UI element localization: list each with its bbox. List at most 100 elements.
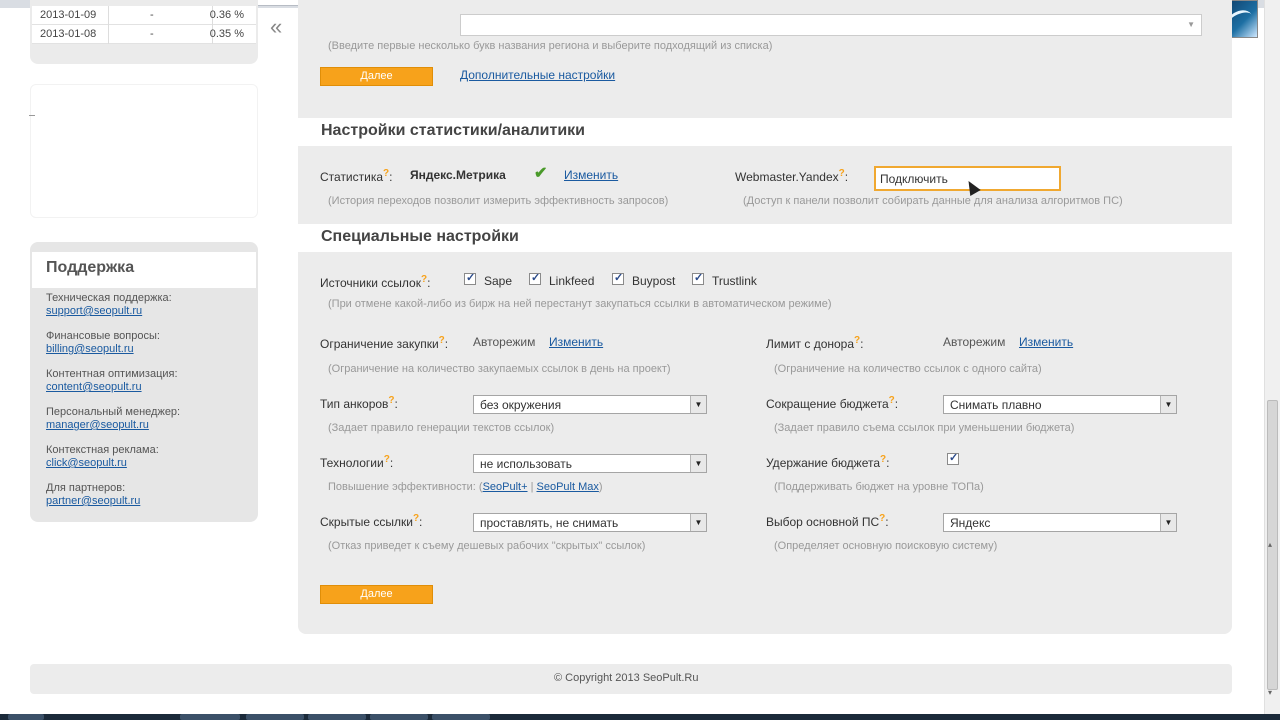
support-item: Персональный менеджер: manager@seopult.r… xyxy=(46,406,180,431)
hidden-links-hint: (Отказ приведет к съему дешевых рабочих … xyxy=(328,540,646,552)
scroll-down-icon[interactable]: ▾ xyxy=(1268,688,1272,697)
tech-label: Технологии?: xyxy=(320,454,394,470)
table-row: 2013-01-09 - 0.36 % xyxy=(32,6,256,25)
support-item: Финансовые вопросы: billing@seopult.ru xyxy=(46,330,160,355)
change-limit-link[interactable]: Изменить xyxy=(549,335,603,349)
linkfeed-checkbox[interactable] xyxy=(529,271,541,285)
anchor-hint: (Задает правило генерации текстов ссылок… xyxy=(328,422,555,434)
dropdown-arrow-icon: ▼ xyxy=(690,455,706,472)
help-icon: ? xyxy=(412,513,420,524)
webmaster-hint: (Доступ к панели позволит собирать данны… xyxy=(743,195,1123,207)
click-email-link[interactable]: click@seopult.ru xyxy=(46,457,159,469)
advanced-settings-link[interactable]: Дополнительные настройки xyxy=(460,68,615,82)
hidden-links-select[interactable]: проставлять, не снимать ▼ xyxy=(473,513,707,532)
stat-value: - xyxy=(150,9,154,21)
region-hint: (Введите первые несколько букв названия … xyxy=(328,40,773,52)
help-icon: ? xyxy=(888,395,895,406)
anchor-label: Тип анкоров?: xyxy=(320,395,398,411)
taskbar-item[interactable] xyxy=(370,714,428,720)
change-donor-link[interactable]: Изменить xyxy=(1019,335,1073,349)
help-icon: ? xyxy=(383,168,390,179)
support-item-label: Техническая поддержка: xyxy=(46,292,172,304)
support-item-label: Контентная оптимизация: xyxy=(46,368,178,380)
stats-hint: (История переходов позволит измерить эфф… xyxy=(328,195,669,207)
change-stats-link[interactable]: Изменить xyxy=(564,168,618,182)
billing-email-link[interactable]: billing@seopult.ru xyxy=(46,343,160,355)
table-row: 2013-01-08 - 0.35 % xyxy=(32,25,256,44)
next-button-bottom[interactable]: Далее xyxy=(320,585,433,604)
taskbar-item[interactable] xyxy=(308,714,366,720)
region-input[interactable]: ▼ xyxy=(460,14,1202,36)
sape-label: Sape xyxy=(484,274,513,288)
stats-label: Статистика?: xyxy=(320,168,393,184)
hidden-links-label: Скрытые ссылки?: xyxy=(320,513,423,529)
buypost-checkbox[interactable] xyxy=(612,271,624,285)
support-item: Техническая поддержка: support@seopult.r… xyxy=(46,292,172,317)
analytics-section-header: Настройки статистики/аналитики xyxy=(298,118,1232,146)
help-icon: ? xyxy=(438,335,445,346)
limit-value: Авторежим xyxy=(473,335,536,349)
support-title: Поддержка xyxy=(46,259,135,276)
tech-select[interactable]: не использовать ▼ xyxy=(473,454,707,473)
hold-budget-checkbox[interactable] xyxy=(947,451,959,465)
sources-label: Источники ссылок?: xyxy=(320,274,431,290)
budget-cut-label: Сокращение бюджета?: xyxy=(766,395,899,411)
support-header: Поддержка xyxy=(32,252,256,288)
support-panel: Поддержка Техническая поддержка: support… xyxy=(30,242,258,522)
budget-cut-hint: (Задает правило съема ссылок при уменьше… xyxy=(774,422,1075,434)
analytics-title: Настройки статистики/аналитики xyxy=(321,122,585,139)
help-icon: ? xyxy=(420,274,428,285)
support-item: Для партнеров: partner@seopult.ru xyxy=(46,482,140,507)
support-email-link[interactable]: support@seopult.ru xyxy=(46,305,172,317)
taskbar-item[interactable] xyxy=(180,714,240,720)
seopult-plus-link[interactable]: SeoPult+ xyxy=(483,481,528,493)
start-button[interactable] xyxy=(8,714,44,720)
footer: © Copyright 2013 SeoPult.Ru xyxy=(30,664,1232,694)
limit-label: Ограничение закупки?: xyxy=(320,335,449,351)
linkfeed-label: Linkfeed xyxy=(549,274,595,288)
dropdown-arrow-icon: ▼ xyxy=(1160,396,1176,413)
trustlink-checkbox[interactable] xyxy=(692,271,704,285)
buypost-label: Buypost xyxy=(632,274,676,288)
banner-placeholder xyxy=(29,84,258,218)
page-scrollbar[interactable]: ▴ ▾ xyxy=(1264,0,1280,714)
sape-checkbox[interactable] xyxy=(464,271,476,285)
limit-hint: (Ограничение на количество закупаемых сс… xyxy=(328,363,671,375)
scroll-grip-icon: ▴ xyxy=(1268,540,1273,549)
stats-panel: 2013-01-09 - 0.36 % 2013-01-08 - 0.35 % xyxy=(30,0,258,64)
next-button[interactable]: Далее xyxy=(320,67,433,86)
taskbar xyxy=(0,714,1280,720)
hold-hint: (Поддерживать бюджет на уровне ТОПа) xyxy=(774,481,984,493)
help-icon: ? xyxy=(388,395,395,406)
engine-select[interactable]: Яндекс ▼ xyxy=(943,513,1177,532)
support-item-label: Для партнеров: xyxy=(46,482,126,494)
taskbar-item[interactable] xyxy=(246,714,304,720)
collapse-sidebar-icon[interactable]: « xyxy=(270,14,282,40)
engine-label: Выбор основной ПС?: xyxy=(766,513,889,529)
help-icon: ? xyxy=(879,513,886,524)
stat-percent: 0.36 % xyxy=(209,9,244,21)
dropdown-icon: ▼ xyxy=(1187,20,1195,29)
taskbar-item[interactable] xyxy=(432,714,490,720)
help-icon: ? xyxy=(854,335,861,346)
content-email-link[interactable]: content@seopult.ru xyxy=(46,381,178,393)
help-icon: ? xyxy=(880,454,887,465)
donor-hint: (Ограничение на количество ссылок с одно… xyxy=(774,363,1042,375)
copyright-text: © Copyright 2013 SeoPult.Ru xyxy=(554,672,699,684)
support-item: Контекстная реклама: click@seopult.ru xyxy=(46,444,159,469)
donor-value: Авторежим xyxy=(943,335,1006,349)
partner-email-link[interactable]: partner@seopult.ru xyxy=(46,495,140,507)
support-item-label: Персональный менеджер: xyxy=(46,406,181,418)
hold-label: Удержание бюджета?: xyxy=(766,454,890,470)
stat-date: 2013-01-08 xyxy=(40,28,97,40)
budget-cut-select[interactable]: Снимать плавно ▼ xyxy=(943,395,1177,414)
dropdown-arrow-icon: ▼ xyxy=(1160,514,1176,531)
stats-value: Яндекс.Метрика xyxy=(410,168,506,182)
seopult-max-link[interactable]: SeoPult Max xyxy=(537,481,599,493)
support-item-label: Контекстная реклама: xyxy=(46,444,159,456)
anchor-select[interactable]: без окружения ▼ xyxy=(473,395,707,414)
support-item: Контентная оптимизация: content@seopult.… xyxy=(46,368,178,393)
sources-hint: (При отмене какой-либо из бирж на ней пе… xyxy=(328,298,832,310)
special-title: Специальные настройки xyxy=(321,228,519,245)
manager-email-link[interactable]: manager@seopult.ru xyxy=(46,419,180,431)
